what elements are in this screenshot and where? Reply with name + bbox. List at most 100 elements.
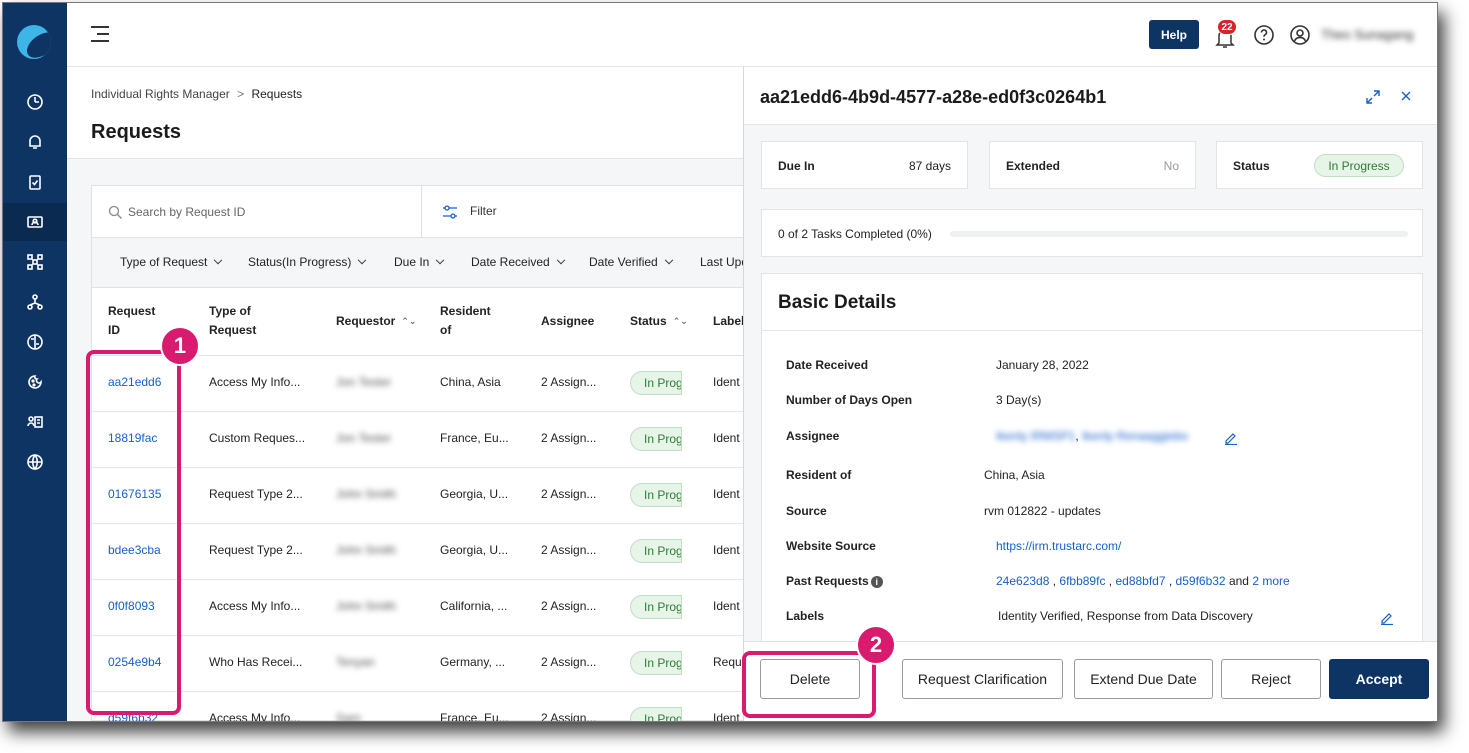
status-badge: In Progress bbox=[630, 483, 682, 507]
request-clarification-button[interactable]: Request Clarification bbox=[902, 659, 1063, 699]
clipboard-icon[interactable] bbox=[3, 163, 67, 201]
data-map-icon[interactable] bbox=[3, 243, 67, 281]
status-badge: In Progress bbox=[630, 371, 682, 395]
status-badge: In Progress bbox=[630, 427, 682, 451]
bell-icon[interactable] bbox=[3, 123, 67, 161]
header-text: Requestor bbox=[336, 314, 396, 328]
detail-title: aa21edd6-4b9d-4577-a28e-ed0f3c0264b1 bbox=[760, 87, 1107, 107]
website-source-label: Website Source bbox=[786, 539, 876, 553]
tasks-card[interactable]: 0 of 2 Tasks Completed (0%) bbox=[761, 209, 1423, 257]
table-row[interactable]: 0254e9b4 Who Has Recei... Tenyan Germany, .… bbox=[92, 636, 750, 692]
table-row[interactable]: 01676135 Request Type 2... John Smith Georg… bbox=[92, 468, 750, 524]
label-cell: Ident bbox=[713, 543, 740, 557]
past-requests-label: Past Requests i bbox=[786, 574, 883, 588]
filter-chip-label: Date Verified bbox=[589, 255, 658, 269]
past-request-link[interactable]: ed88bfd7 bbox=[1115, 574, 1165, 588]
detail-body: Due In 87 days Extended No Status In Pro… bbox=[744, 124, 1437, 721]
table-row[interactable]: bdee3cba Request Type 2... John Smith Georg… bbox=[92, 524, 750, 580]
sort-icon[interactable]: ⌃⌄ bbox=[401, 312, 416, 331]
extend-due-date-button[interactable]: Extend Due Date bbox=[1074, 659, 1213, 699]
help-circle-icon[interactable] bbox=[1253, 24, 1275, 46]
table-row[interactable]: d59f6b32 Access My Info... Sam France, Eu..… bbox=[92, 692, 750, 722]
chevron-down-icon bbox=[556, 255, 565, 265]
filter-chip-label: Due In bbox=[394, 255, 430, 269]
tasks-progress-bar bbox=[950, 231, 1408, 237]
filter-date-received[interactable]: Date Received bbox=[471, 255, 565, 269]
request-type-cell: Access My Info... bbox=[209, 375, 301, 389]
past-request-link[interactable]: d59f6b32 bbox=[1176, 574, 1226, 588]
annotation-box-delete bbox=[742, 651, 876, 718]
request-type-cell: Custom Reques... bbox=[209, 431, 306, 445]
reject-button[interactable]: Reject bbox=[1221, 659, 1321, 699]
label-cell: Requ bbox=[713, 655, 742, 669]
assignee-link[interactable]: Ikenly Renaaggiebo bbox=[1082, 429, 1188, 443]
id-card-icon[interactable] bbox=[3, 203, 67, 241]
edit-labels-pencil-icon[interactable] bbox=[1380, 611, 1394, 625]
requestor-cell: Sam bbox=[336, 711, 361, 722]
user-list-icon[interactable] bbox=[3, 403, 67, 441]
filter-chip-label: Last Upd bbox=[700, 255, 749, 269]
table-row[interactable]: 0f0f8093 Access My Info... John Smith Calif… bbox=[92, 580, 750, 636]
label-cell: Ident bbox=[713, 487, 740, 501]
request-type-cell: Access My Info... bbox=[209, 599, 301, 613]
date-received-value: January 28, 2022 bbox=[996, 358, 1089, 372]
edit-assignee-pencil-icon[interactable] bbox=[1224, 431, 1238, 445]
help-button[interactable]: Help bbox=[1149, 20, 1199, 49]
filter-due-in[interactable]: Due In bbox=[394, 255, 445, 269]
filter-chip-label: Date Received bbox=[471, 255, 550, 269]
breadcrumb-parent[interactable]: Individual Rights Manager bbox=[91, 87, 230, 101]
menu-toggle-icon[interactable] bbox=[91, 25, 111, 43]
globe-icon[interactable] bbox=[3, 443, 67, 481]
network-icon[interactable] bbox=[3, 283, 67, 321]
extended-label: Extended bbox=[1006, 159, 1061, 173]
past-request-link[interactable]: 6fbb89fc bbox=[1059, 574, 1105, 588]
col-labels[interactable]: Label bbox=[713, 312, 744, 331]
info-icon[interactable]: i bbox=[870, 575, 883, 588]
chevron-down-icon bbox=[436, 255, 445, 265]
user-name[interactable]: Theo Sunagang bbox=[1321, 27, 1414, 42]
search-input[interactable] bbox=[128, 200, 408, 224]
filter-last-updated[interactable]: Last Upd bbox=[700, 255, 748, 269]
expand-icon[interactable] bbox=[1365, 89, 1381, 105]
accept-button[interactable]: Accept bbox=[1329, 659, 1429, 699]
col-status[interactable]: Status ⌃⌄ bbox=[630, 312, 688, 331]
user-avatar-icon[interactable] bbox=[1289, 24, 1311, 46]
labels-value: Identity Verified, Response from Data Di… bbox=[998, 609, 1253, 623]
table-row[interactable]: 18819fac Custom Reques... Jon Tester France… bbox=[92, 412, 750, 468]
trustarc-logo[interactable] bbox=[17, 25, 51, 59]
brain-icon[interactable] bbox=[3, 323, 67, 361]
col-resident-of[interactable]: Resident of bbox=[440, 302, 491, 340]
resident-cell: Georgia, U... bbox=[440, 543, 509, 557]
col-requestor[interactable]: Requestor ⌃⌄ bbox=[336, 312, 416, 331]
section-divider bbox=[762, 330, 1422, 331]
close-icon[interactable] bbox=[1399, 89, 1413, 103]
annotation-box-request-ids bbox=[86, 350, 181, 715]
sort-icon[interactable]: ⌃⌄ bbox=[673, 312, 688, 331]
label-cell: Ident bbox=[713, 375, 740, 389]
app-window: Help 22 Theo Sunagang Individual Rights … bbox=[2, 2, 1438, 722]
dashboard-icon[interactable] bbox=[3, 83, 67, 121]
resident-of-value: China, Asia bbox=[984, 468, 1045, 482]
col-request-id[interactable]: Request ID bbox=[108, 302, 155, 340]
col-assignee[interactable]: Assignee bbox=[541, 312, 594, 331]
filter-type-of-request[interactable]: Type of Request bbox=[120, 255, 223, 269]
cookie-icon[interactable] bbox=[3, 363, 67, 401]
breadcrumb-current: Requests bbox=[251, 87, 303, 101]
filter-status[interactable]: Status(In Progress) bbox=[248, 255, 367, 269]
status-badge: In Progress bbox=[630, 707, 682, 721]
more-past-requests-link[interactable]: 2 more bbox=[1252, 574, 1289, 588]
assignee-link[interactable]: Ikenly IRMSP1 bbox=[996, 429, 1075, 443]
request-type-cell: Who Has Recei... bbox=[209, 655, 303, 669]
col-type-of-request[interactable]: Type of Request bbox=[209, 302, 256, 340]
requests-table-panel: Filter Type of Request Status(In Progres… bbox=[91, 185, 751, 721]
website-source-link[interactable]: https://irm.trustarc.com/ bbox=[996, 539, 1121, 553]
filter-date-verified[interactable]: Date Verified bbox=[589, 255, 673, 269]
page-header bbox=[67, 67, 743, 159]
table-row[interactable]: aa21edd6 Access My Info... Jon Tester China… bbox=[92, 356, 750, 412]
header-text: Status bbox=[630, 314, 667, 328]
basic-details-title: Basic Details bbox=[778, 292, 897, 313]
past-request-link[interactable]: 24e623d8 bbox=[996, 574, 1049, 588]
filter-button[interactable]: Filter bbox=[422, 186, 750, 238]
basic-details-card: Basic Details Date Received January 28, … bbox=[761, 273, 1423, 663]
breadcrumb: Individual Rights Manager > Requests bbox=[91, 87, 302, 101]
